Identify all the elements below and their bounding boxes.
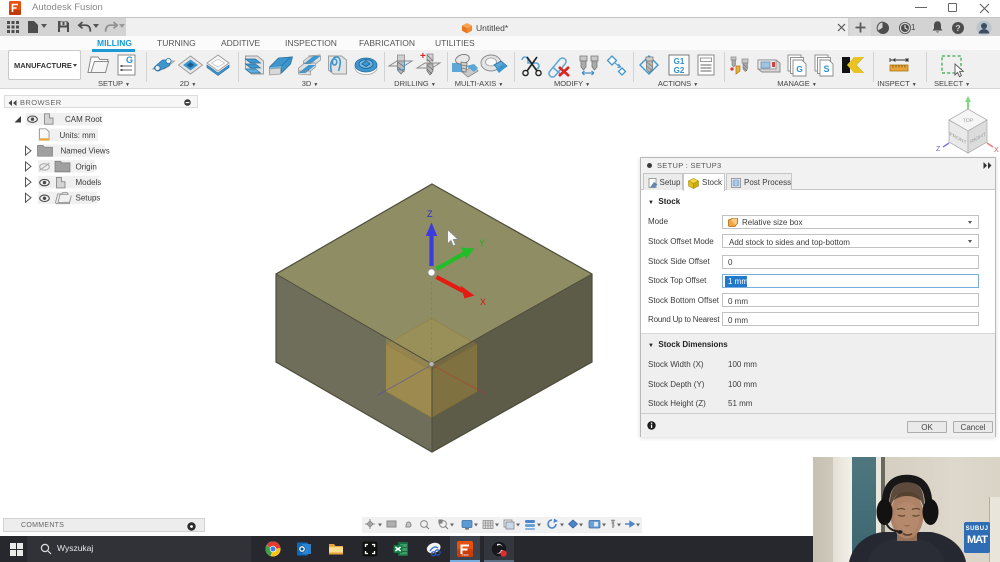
svg-text:+: + — [420, 51, 426, 62]
svg-text:Units: mm: Units: mm — [60, 131, 96, 140]
svg-text:G1: G1 — [674, 57, 685, 66]
svg-text:F360: F360 — [462, 553, 469, 557]
svg-text:Z: Z — [427, 209, 433, 219]
svg-text:X: X — [480, 297, 486, 307]
svg-text:G: G — [126, 55, 133, 65]
svg-text:Y: Y — [479, 238, 485, 248]
svg-text:Models: Models — [76, 178, 102, 187]
svg-text:TOP: TOP — [963, 118, 974, 124]
svg-text:S: S — [823, 64, 829, 74]
svg-text:Origin: Origin — [76, 162, 97, 171]
svg-text:G2: G2 — [674, 66, 685, 75]
svg-text:Setups: Setups — [76, 194, 101, 203]
svg-text:X: X — [994, 147, 999, 154]
svg-text:Z: Z — [936, 146, 941, 153]
svg-text:Named Views: Named Views — [61, 147, 110, 156]
svg-text:G: G — [796, 64, 803, 74]
svg-text:?: ? — [955, 23, 960, 33]
svg-text:CAM Root: CAM Root — [65, 115, 103, 124]
